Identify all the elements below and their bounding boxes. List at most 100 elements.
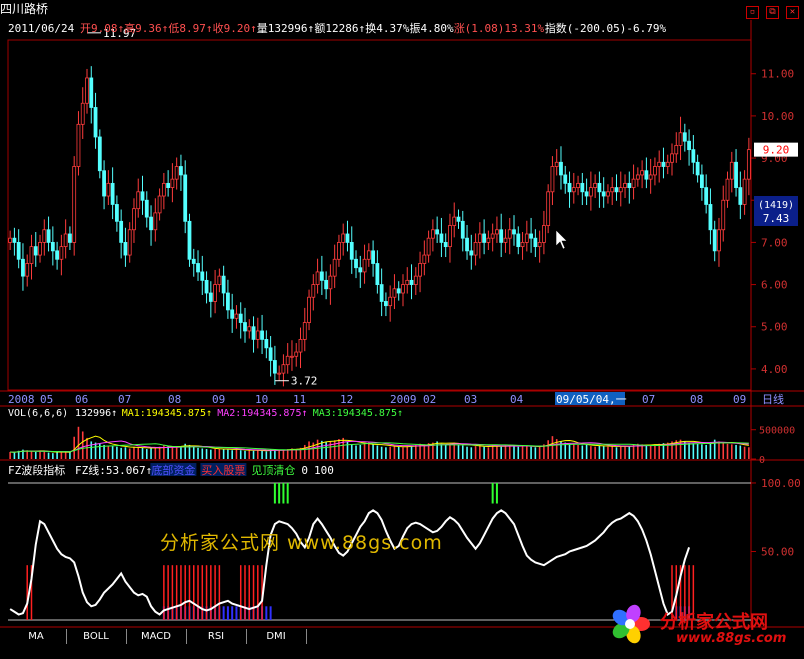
price-candle bbox=[725, 178, 730, 201]
price-candle bbox=[217, 275, 222, 285]
price-candle bbox=[529, 233, 533, 239]
price-candle bbox=[384, 301, 388, 307]
fz-legend: 买入股票 bbox=[201, 464, 245, 477]
quote-field: 高9.36↑ bbox=[124, 22, 169, 35]
price-candle bbox=[588, 187, 593, 197]
quote-field: 开9.08↑ bbox=[80, 22, 125, 35]
price-candle bbox=[495, 229, 499, 235]
price-candle bbox=[473, 242, 478, 256]
price-candle bbox=[85, 77, 89, 104]
date-tick-label: 08 bbox=[690, 393, 703, 406]
price-candle bbox=[618, 187, 623, 193]
price-candle bbox=[567, 182, 572, 193]
low-annotation: 3.72 bbox=[291, 375, 318, 388]
price-candle bbox=[597, 182, 602, 193]
price-candle bbox=[93, 107, 98, 138]
tab-boll[interactable]: BOLL bbox=[66, 629, 127, 644]
price-candle bbox=[21, 258, 25, 277]
price-candle bbox=[644, 170, 649, 180]
price-candle bbox=[114, 204, 119, 222]
vol-legend: MA1:194345.875↑ bbox=[122, 408, 212, 419]
price-candle bbox=[294, 351, 299, 357]
price-candle bbox=[738, 187, 743, 205]
tab-rsi[interactable]: RSI bbox=[186, 629, 247, 644]
price-candle bbox=[482, 233, 487, 243]
price-candle bbox=[191, 258, 196, 264]
quote-field: 收9.20↑ bbox=[212, 22, 257, 35]
date-tick-label: 日线 bbox=[762, 392, 784, 406]
price-candle bbox=[144, 199, 149, 218]
price-candle bbox=[268, 347, 273, 361]
price-candle bbox=[132, 208, 136, 231]
price-candle bbox=[221, 275, 226, 294]
price-candle bbox=[307, 296, 311, 323]
price-candle bbox=[379, 284, 384, 302]
price-candle bbox=[234, 313, 239, 319]
date-tick-label: 03 bbox=[464, 393, 477, 406]
price-candle bbox=[524, 233, 529, 243]
date-tick-label: 09/05/04,一 bbox=[556, 393, 627, 406]
price-candle bbox=[238, 313, 243, 323]
chart-window: 四川路桥 ▫ ⧉ ✕ 2011/06/24 4.005.006.007.008.… bbox=[0, 0, 804, 659]
price-candle bbox=[179, 166, 183, 176]
price-candle bbox=[375, 263, 380, 285]
date-tick-label: 07 bbox=[642, 393, 655, 406]
price-candle bbox=[507, 229, 512, 239]
fz-line bbox=[9, 509, 691, 617]
price-candle bbox=[247, 326, 252, 332]
date-tick-label: 06 bbox=[75, 393, 88, 406]
vol-title: VOL(6,6,6) bbox=[8, 408, 68, 419]
price-candle bbox=[106, 182, 111, 197]
price-candle bbox=[166, 182, 171, 188]
price-candle bbox=[366, 250, 371, 260]
price-candle bbox=[396, 288, 401, 294]
date-tick-label: 09 bbox=[733, 393, 746, 406]
price-candle bbox=[281, 364, 286, 374]
price-candle bbox=[533, 237, 538, 248]
price-tick-label: 11.00 bbox=[761, 68, 794, 81]
price-candle bbox=[46, 229, 51, 243]
price-candle bbox=[631, 178, 636, 188]
logo-center bbox=[625, 619, 635, 629]
price-candle bbox=[260, 330, 264, 340]
quote-field: 额12286↑ bbox=[314, 22, 366, 35]
price-candle bbox=[157, 195, 162, 214]
tab-ma[interactable]: MA bbox=[6, 629, 67, 644]
price-candle bbox=[516, 233, 521, 248]
price-candle bbox=[721, 199, 726, 231]
price-candle bbox=[332, 258, 337, 277]
price-candle bbox=[653, 166, 657, 176]
price-candle bbox=[413, 275, 418, 285]
price-chart[interactable]: 4.005.006.007.008.009.0010.0011.0011.973… bbox=[0, 0, 804, 659]
price-candle bbox=[490, 233, 495, 239]
quote-field: 低8.97↑ bbox=[168, 22, 213, 35]
price-candle bbox=[699, 174, 704, 188]
price-candle bbox=[409, 279, 414, 285]
price-candle bbox=[123, 242, 128, 256]
price-candle bbox=[16, 242, 21, 260]
price-candle bbox=[208, 292, 213, 302]
price-candle bbox=[38, 242, 42, 256]
price-candle bbox=[174, 166, 179, 180]
price-candle bbox=[691, 149, 696, 163]
price-candle bbox=[512, 229, 516, 235]
fz-legend: 0 bbox=[301, 464, 308, 477]
price-candle bbox=[298, 338, 303, 353]
price-candle bbox=[29, 246, 34, 264]
price-candle bbox=[708, 204, 713, 231]
tab-macd[interactable]: MACD bbox=[126, 629, 187, 644]
price-tick-label: 5.00 bbox=[761, 321, 788, 334]
date-tick-label: 2009 bbox=[390, 393, 417, 406]
price-candle bbox=[213, 284, 218, 302]
price-candle bbox=[50, 242, 55, 252]
price-candle bbox=[665, 161, 670, 167]
price-tick-label: 4.00 bbox=[761, 363, 788, 376]
vol-legend: 132996↑ bbox=[75, 408, 117, 419]
price-candle bbox=[200, 271, 205, 281]
price-candle bbox=[183, 174, 188, 222]
price-candle bbox=[110, 182, 115, 205]
price-candle bbox=[97, 136, 102, 172]
date-tick-label: 07 bbox=[118, 393, 131, 406]
tab-dmi[interactable]: DMI bbox=[246, 629, 307, 644]
watermark-logo-url: www.88gs.com bbox=[676, 631, 787, 646]
